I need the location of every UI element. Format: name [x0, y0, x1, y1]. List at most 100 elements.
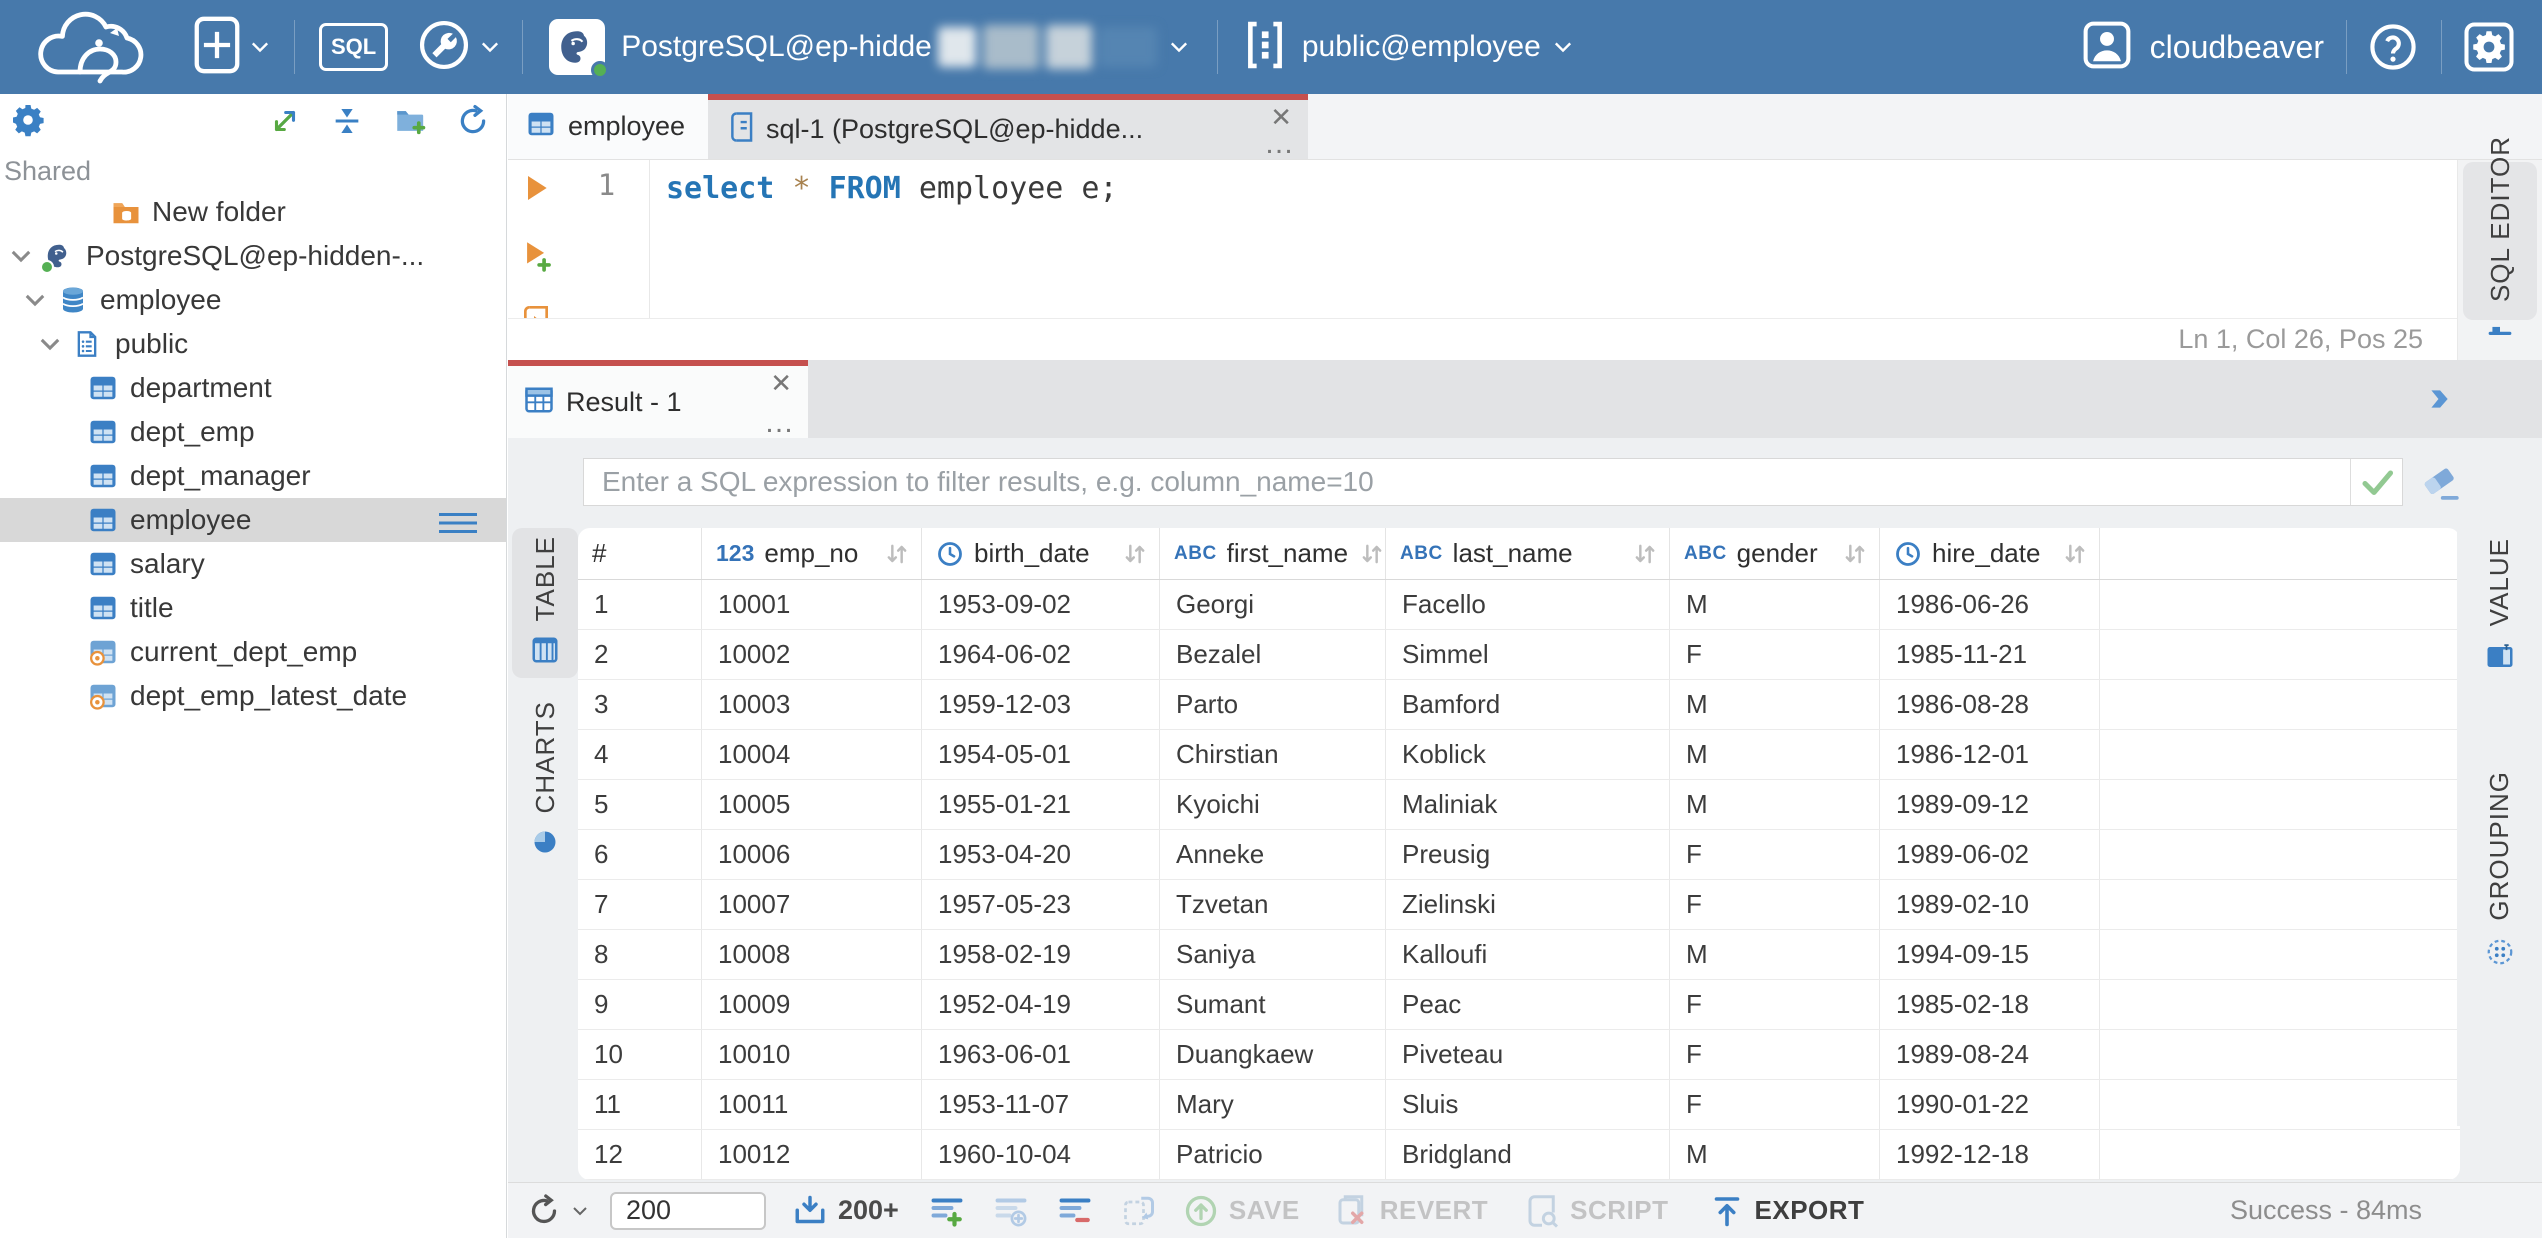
save-button[interactable]: SAVE: [1183, 1193, 1300, 1229]
sidebar-settings-icon[interactable]: [10, 102, 46, 143]
expand-panel-icon[interactable]: [2426, 386, 2452, 417]
data-cell[interactable]: 1994-09-15: [1880, 930, 2100, 979]
row-index-cell[interactable]: 3: [578, 680, 702, 729]
tree-item-current-dept-emp[interactable]: current_dept_emp: [0, 630, 506, 674]
script-button[interactable]: SCRIPT: [1524, 1193, 1668, 1229]
data-cell[interactable]: 1964-06-02: [922, 630, 1160, 679]
tab-charts-view[interactable]: CHARTS: [512, 696, 578, 866]
data-cell[interactable]: 10001: [702, 580, 922, 629]
delete-row-button[interactable]: [1057, 1193, 1093, 1229]
data-cell[interactable]: 10007: [702, 880, 922, 929]
connection-selector[interactable]: PostgreSQL@ep-hidde: [549, 19, 1189, 79]
chevron-down-icon[interactable]: [24, 293, 58, 307]
tab-employee[interactable]: employee: [508, 94, 708, 159]
data-cell[interactable]: Bezalel: [1160, 630, 1386, 679]
data-cell[interactable]: M: [1670, 680, 1880, 729]
data-cell[interactable]: 1958-02-19: [922, 930, 1160, 979]
item-menu-icon[interactable]: [438, 509, 478, 541]
column-header-emp_no[interactable]: 123 emp_no: [702, 528, 922, 579]
data-cell[interactable]: Kyoichi: [1160, 780, 1386, 829]
data-cell[interactable]: M: [1670, 730, 1880, 779]
data-cell[interactable]: Peac: [1386, 980, 1670, 1029]
data-cell[interactable]: Duangkaew: [1160, 1030, 1386, 1079]
data-cell[interactable]: Saniya: [1160, 930, 1386, 979]
new-connection-button[interactable]: [192, 14, 270, 81]
sort-icon[interactable]: [2061, 540, 2089, 568]
data-cell[interactable]: Bridgland: [1386, 1130, 1670, 1179]
clear-filter-button[interactable]: [2420, 462, 2462, 509]
index-column-header[interactable]: #: [578, 528, 702, 579]
column-header-first_name[interactable]: ABC first_name: [1160, 528, 1386, 579]
column-header-last_name[interactable]: ABC last_name: [1386, 528, 1670, 579]
schema-selector[interactable]: public@employee: [1242, 19, 1573, 76]
sort-icon[interactable]: [1121, 540, 1149, 568]
data-cell[interactable]: 1953-11-07: [922, 1080, 1160, 1129]
data-cell[interactable]: 1957-05-23: [922, 880, 1160, 929]
data-cell[interactable]: 1989-09-12: [1880, 780, 2100, 829]
data-cell[interactable]: 1959-12-03: [922, 680, 1160, 729]
tab-more-icon[interactable]: …: [764, 406, 794, 440]
revert-button[interactable]: REVERT: [1334, 1193, 1488, 1229]
tab-result-1[interactable]: Result - 1 ✕ …: [508, 360, 808, 440]
help-button[interactable]: [2367, 21, 2419, 73]
row-index-cell[interactable]: 2: [578, 630, 702, 679]
row-index-cell[interactable]: 11: [578, 1080, 702, 1129]
data-cell[interactable]: 10009: [702, 980, 922, 1029]
tab-sql-editor-panel[interactable]: SQL EDITOR: [2463, 136, 2537, 335]
row-index-cell[interactable]: 12: [578, 1130, 702, 1179]
sort-icon[interactable]: [1358, 540, 1386, 568]
apply-changes-button[interactable]: [1121, 1193, 1157, 1229]
fetch-more-button[interactable]: 200+: [792, 1193, 899, 1229]
data-cell[interactable]: Kalloufi: [1386, 930, 1670, 979]
execute-new-tab-icon[interactable]: [520, 238, 554, 277]
data-cell[interactable]: 10006: [702, 830, 922, 879]
driver-manager-button[interactable]: [416, 17, 500, 78]
sort-icon[interactable]: [1631, 540, 1659, 568]
data-cell[interactable]: 1953-09-02: [922, 580, 1160, 629]
data-cell[interactable]: F: [1670, 1030, 1880, 1079]
tree-item-department[interactable]: department: [0, 366, 506, 410]
settings-button[interactable]: [2462, 20, 2516, 74]
refresh-result-button[interactable]: [526, 1193, 588, 1229]
row-index-cell[interactable]: 1: [578, 580, 702, 629]
data-cell[interactable]: 10011: [702, 1080, 922, 1129]
data-cell[interactable]: 1986-08-28: [1880, 680, 2100, 729]
column-header-birth_date[interactable]: birth_date: [922, 528, 1160, 579]
data-cell[interactable]: F: [1670, 630, 1880, 679]
row-limit-input[interactable]: [610, 1191, 766, 1230]
data-cell[interactable]: M: [1670, 580, 1880, 629]
data-cell[interactable]: F: [1670, 830, 1880, 879]
tree-item-dept-emp-latest-date[interactable]: dept_emp_latest_date: [0, 674, 506, 718]
data-cell[interactable]: Koblick: [1386, 730, 1670, 779]
filter-input[interactable]: [584, 459, 2350, 505]
data-cell[interactable]: 1992-12-18: [1880, 1130, 2100, 1179]
data-cell[interactable]: Parto: [1160, 680, 1386, 729]
data-cell[interactable]: Tzvetan: [1160, 880, 1386, 929]
chevron-down-icon[interactable]: [10, 249, 44, 263]
row-index-cell[interactable]: 7: [578, 880, 702, 929]
data-cell[interactable]: Sumant: [1160, 980, 1386, 1029]
sync-connections-icon[interactable]: [268, 104, 302, 143]
data-cell[interactable]: M: [1670, 930, 1880, 979]
data-cell[interactable]: F: [1670, 1080, 1880, 1129]
data-cell[interactable]: Piveteau: [1386, 1030, 1670, 1079]
data-cell[interactable]: Facello: [1386, 580, 1670, 629]
tree-item-employee[interactable]: employee: [0, 498, 506, 542]
collapse-all-icon[interactable]: [330, 104, 364, 143]
data-cell[interactable]: 10008: [702, 930, 922, 979]
data-cell[interactable]: Patricio: [1160, 1130, 1386, 1179]
row-index-cell[interactable]: 8: [578, 930, 702, 979]
user-menu[interactable]: cloudbeaver: [2080, 18, 2324, 77]
data-cell[interactable]: M: [1670, 1130, 1880, 1179]
tab-value-panel[interactable]: VALUE: [2457, 538, 2542, 677]
data-cell[interactable]: 1960-10-04: [922, 1130, 1160, 1179]
column-header-hire_date[interactable]: hire_date: [1880, 528, 2100, 579]
data-cell[interactable]: 1986-06-26: [1880, 580, 2100, 629]
row-index-cell[interactable]: 4: [578, 730, 702, 779]
data-cell[interactable]: Sluis: [1386, 1080, 1670, 1129]
data-cell[interactable]: 1985-02-18: [1880, 980, 2100, 1029]
apply-filter-button[interactable]: [2350, 459, 2402, 505]
execute-query-icon[interactable]: [520, 172, 552, 209]
data-cell[interactable]: 1989-08-24: [1880, 1030, 2100, 1079]
data-cell[interactable]: 1963-06-01: [922, 1030, 1160, 1079]
